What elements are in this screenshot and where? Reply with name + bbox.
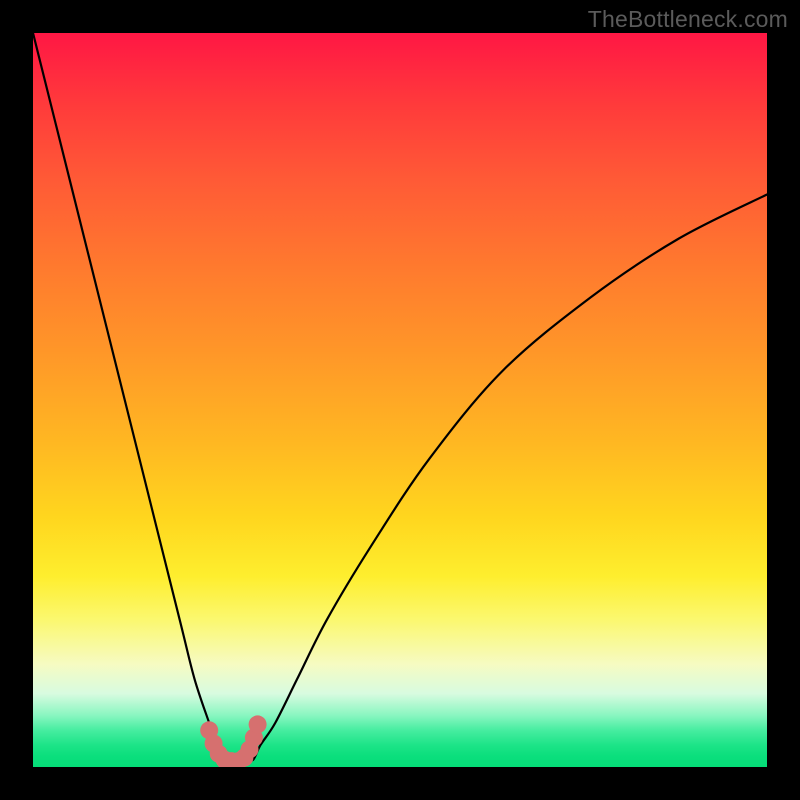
bottleneck-curve — [33, 33, 767, 767]
curve-path — [33, 33, 767, 761]
chart-plot-area — [33, 33, 767, 767]
sweet-spot-markers — [200, 715, 266, 767]
watermark-text: TheBottleneck.com — [588, 6, 788, 33]
sweet-spot-marker — [249, 715, 267, 733]
chart-frame: TheBottleneck.com — [0, 0, 800, 800]
